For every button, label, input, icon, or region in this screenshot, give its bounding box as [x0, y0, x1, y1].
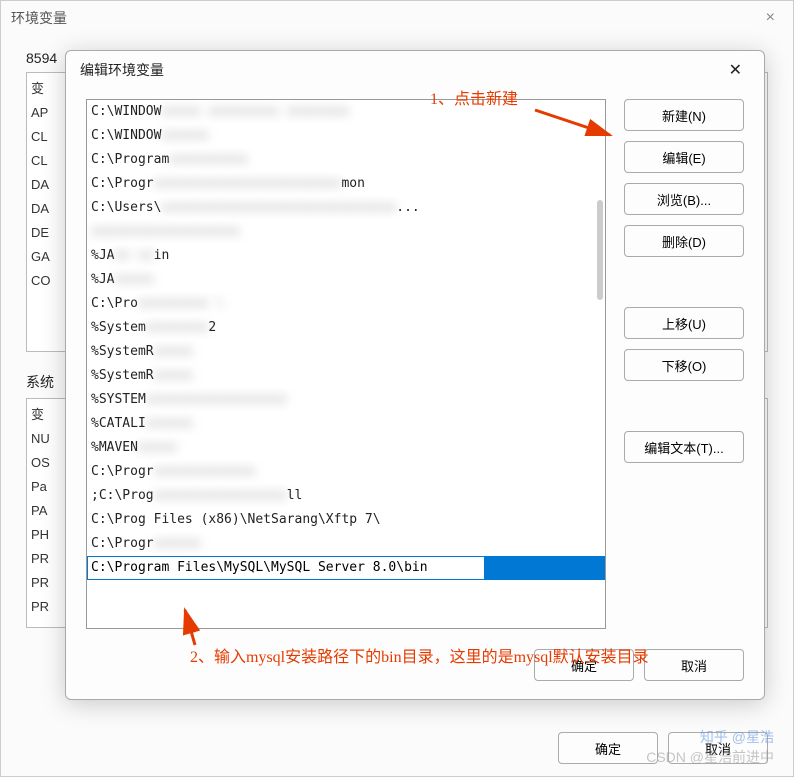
path-row-selected[interactable]: C:\Program Files\MySQL\MySQL Server 8.0\…: [87, 556, 605, 580]
path-row[interactable]: xxxxxxxxxxxxxxxxxxx: [87, 220, 605, 244]
outer-ok-button[interactable]: 确定: [558, 732, 658, 764]
inner-titlebar: 编辑环境变量 ✕: [66, 51, 764, 89]
path-row[interactable]: C:\WINDOWxxxxxx: [87, 124, 605, 148]
inner-body: C:\WINDOWxxxxx xxxxxxxxx xxxxxxxx C:\WIN…: [66, 89, 764, 649]
path-row[interactable]: %JAxx xxin: [87, 244, 605, 268]
path-row[interactable]: C:\Programxxxxxxxxxx: [87, 148, 605, 172]
path-row[interactable]: C:\WINDOWxxxxx xxxxxxxxx xxxxxxxx: [87, 100, 605, 124]
inner-ok-button[interactable]: 确定: [534, 649, 634, 681]
path-row[interactable]: %MAVENxxxxx: [87, 436, 605, 460]
path-row[interactable]: C:\Prog Files (x86)\NetSarang\Xftp 7\: [87, 508, 605, 532]
new-button[interactable]: 新建(N): [624, 99, 744, 131]
paths-listbox[interactable]: C:\WINDOWxxxxx xxxxxxxxx xxxxxxxx C:\WIN…: [86, 99, 606, 629]
inner-title: 编辑环境变量: [80, 60, 164, 80]
moveup-button[interactable]: 上移(U): [624, 307, 744, 339]
outer-cancel-button[interactable]: 取消: [668, 732, 768, 764]
path-row[interactable]: C:\Proxxxxxxxxx \: [87, 292, 605, 316]
path-row[interactable]: C:\Progrxxxxxxxxxxxxx: [87, 460, 605, 484]
selection-highlight: [484, 557, 604, 579]
path-row[interactable]: C:\Progrxxxxxxxxxxxxxxxxxxxxxxxxmon: [87, 172, 605, 196]
outer-title: 环境变量: [11, 8, 67, 28]
path-row[interactable]: ;C:\Progxxxxxxxxxxxxxxxxxll: [87, 484, 605, 508]
scrollbar[interactable]: [597, 200, 603, 300]
inner-footer: 确定 取消: [66, 649, 764, 699]
path-row[interactable]: %SystemRxxxxx: [87, 364, 605, 388]
path-row[interactable]: C:\Users\xxxxxxxxxxxxxxxxxxxxxxxxxxxxxx.…: [87, 196, 605, 220]
delete-button[interactable]: 删除(D): [624, 225, 744, 257]
path-row[interactable]: C:\Progrxxxxxx: [87, 532, 605, 556]
edit-button[interactable]: 编辑(E): [624, 141, 744, 173]
selected-path-text: C:\Program Files\MySQL\MySQL Server 8.0\…: [91, 556, 428, 580]
close-icon[interactable]: ✕: [721, 56, 750, 84]
path-row[interactable]: %CATALIxxxxxx: [87, 412, 605, 436]
path-row[interactable]: %SYSTEMxxxxxxxxxxxxxxxxxx: [87, 388, 605, 412]
edit-env-var-dialog: 编辑环境变量 ✕ C:\WINDOWxxxxx xxxxxxxxx xxxxxx…: [65, 50, 765, 700]
edittext-button[interactable]: 编辑文本(T)...: [624, 431, 744, 463]
movedown-button[interactable]: 下移(O): [624, 349, 744, 381]
path-row[interactable]: %SystemRxxxxx: [87, 340, 605, 364]
path-row[interactable]: %JAxxxxx: [87, 268, 605, 292]
browse-button[interactable]: 浏览(B)...: [624, 183, 744, 215]
close-icon[interactable]: ×: [758, 5, 783, 31]
outer-footer: 确定 取消: [558, 732, 768, 764]
path-row[interactable]: %Systemxxxxxxxx2: [87, 316, 605, 340]
buttons-column: 新建(N) 编辑(E) 浏览(B)... 删除(D) 上移(U) 下移(O) 编…: [624, 99, 744, 629]
outer-titlebar: 环境变量 ×: [1, 1, 793, 35]
inner-cancel-button[interactable]: 取消: [644, 649, 744, 681]
